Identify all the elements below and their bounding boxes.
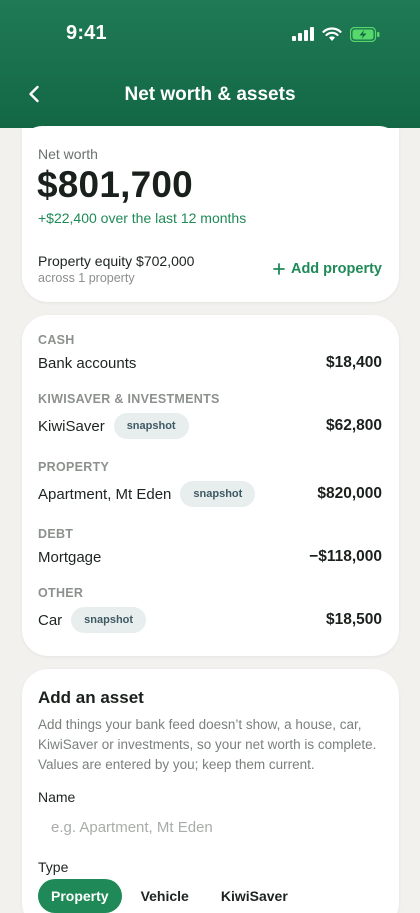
status-bar: 9:41 bbox=[0, 0, 420, 66]
page-title: Net worth & assets bbox=[124, 84, 296, 105]
add-asset-description: Add things your bank feed doesn’t show, … bbox=[38, 717, 377, 772]
asset-row-kiwisaver[interactable]: KiwiSaver snapshot $62,800 bbox=[38, 411, 382, 441]
add-asset-card: Add an asset Add things your bank feed d… bbox=[22, 669, 399, 913]
asset-row-apartment[interactable]: Apartment, Mt Eden snapshot $820,000 bbox=[38, 479, 382, 509]
section-label-kiwisaver: KIWISAVER & INVESTMENTS bbox=[38, 392, 220, 406]
net-worth-card: Net worth $801,700 +$22,400 over the las… bbox=[22, 126, 399, 302]
section-label-cash: CASH bbox=[38, 333, 75, 347]
name-input[interactable] bbox=[38, 809, 383, 845]
section-label-other: OTHER bbox=[38, 586, 84, 600]
app-header: 9:41 Net worth & assets bbox=[0, 0, 420, 128]
snapshot-badge: snapshot bbox=[71, 607, 147, 633]
snapshot-badge: snapshot bbox=[113, 413, 189, 439]
asset-row-bank-accounts[interactable]: Bank accounts $18,400 bbox=[38, 348, 382, 378]
asset-row-mortgage[interactable]: Mortgage −$118,000 bbox=[38, 542, 382, 572]
type-option-property[interactable]: Property bbox=[38, 879, 122, 913]
section-label-debt: DEBT bbox=[38, 527, 74, 541]
asset-name: Apartment, Mt Eden bbox=[38, 485, 172, 503]
name-field-label: Name bbox=[38, 789, 76, 805]
type-selector: Property Vehicle KiwiSaver bbox=[38, 879, 301, 913]
type-option-vehicle[interactable]: Vehicle bbox=[128, 879, 202, 913]
net-worth-change: +$22,400 over the last 12 months bbox=[38, 210, 247, 226]
property-equity-subtitle: across 1 property bbox=[38, 271, 135, 285]
asset-value: $820,000 bbox=[317, 485, 382, 502]
battery-charging-icon bbox=[350, 26, 380, 42]
plus-icon bbox=[273, 263, 285, 275]
add-property-label: Add property bbox=[290, 261, 382, 277]
type-field-label: Type bbox=[38, 859, 69, 875]
add-property-button[interactable]: Add property bbox=[273, 261, 382, 277]
type-option-kiwisaver[interactable]: KiwiSaver bbox=[208, 879, 301, 913]
net-worth-value: $801,700 bbox=[37, 164, 193, 205]
asset-row-car[interactable]: Car snapshot $18,500 bbox=[38, 605, 382, 635]
status-icons bbox=[292, 24, 380, 44]
asset-name: Car bbox=[38, 611, 63, 629]
wifi-icon bbox=[322, 26, 342, 41]
snapshot-badge: snapshot bbox=[180, 481, 256, 507]
property-equity-title: Property equity $702,000 bbox=[38, 253, 195, 269]
asset-value: $62,800 bbox=[325, 417, 382, 434]
asset-value: $18,400 bbox=[325, 354, 382, 371]
add-asset-title: Add an asset bbox=[38, 688, 144, 707]
section-label-property: PROPERTY bbox=[38, 460, 110, 474]
net-worth-label: Net worth bbox=[38, 146, 98, 162]
asset-name: Mortgage bbox=[38, 548, 102, 566]
asset-name: KiwiSaver bbox=[38, 417, 105, 435]
asset-value: $18,500 bbox=[325, 611, 382, 628]
nav-bar: Net worth & assets bbox=[0, 66, 420, 124]
cellular-signal-icon bbox=[292, 27, 314, 41]
asset-value: −$118,000 bbox=[309, 548, 382, 565]
asset-name: Bank accounts bbox=[38, 354, 137, 372]
assets-card: CASH Bank accounts $18,400 KIWISAVER & I… bbox=[22, 315, 399, 656]
status-time: 9:41 bbox=[66, 22, 107, 44]
